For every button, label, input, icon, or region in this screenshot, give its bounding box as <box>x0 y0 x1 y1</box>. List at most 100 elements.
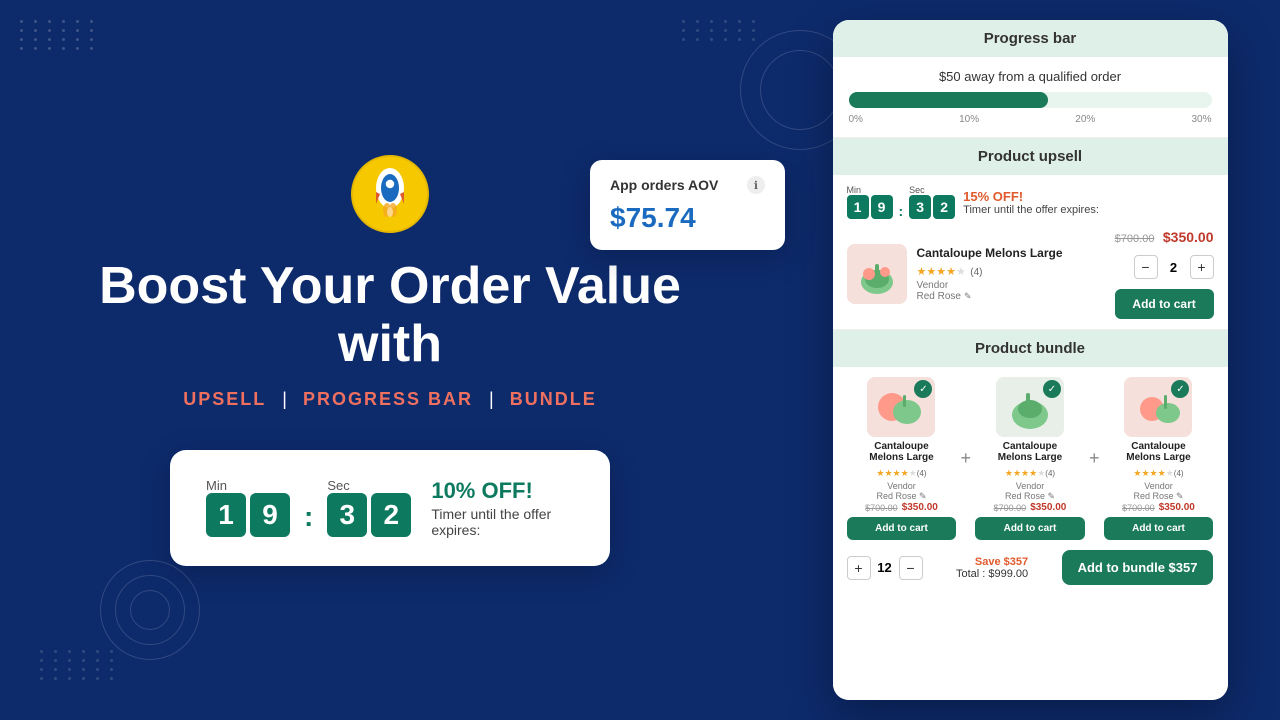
timer-digit-3: 3 <box>327 493 367 537</box>
upsell-timer-row: Min 1 9 : Sec 3 2 <box>847 185 1214 219</box>
bundle-section: ✓ CantaloupeMelons Large ★★★★★(4) Vendor… <box>833 367 1228 700</box>
bundle-vendor-label-2: Vendor <box>1016 481 1045 491</box>
progress-bar-fill <box>849 92 1049 108</box>
aov-title: App orders AOV <box>610 177 718 193</box>
tick-0: 0% <box>849 114 863 125</box>
bundle-prices-2: $700.00 $350.00 <box>994 502 1067 513</box>
bundle-add-btn-1[interactable]: Add to cart <box>847 517 957 540</box>
bundle-vendor-label-1: Vendor <box>887 481 916 491</box>
upsell-min-digits: 1 9 <box>847 195 893 219</box>
timer-desc: Timer until the offer expires: <box>431 506 574 538</box>
tick-30: 30% <box>1191 114 1211 125</box>
bundle-original-2: $700.00 <box>994 503 1027 513</box>
bundle-bottom-row: + 12 − Save $357 Total : $999.00 Add to … <box>847 550 1214 585</box>
subtitle-div-2: | <box>489 389 494 410</box>
bundle-products-row: ✓ CantaloupeMelons Large ★★★★★(4) Vendor… <box>847 377 1214 540</box>
bundle-section-header: Product bundle <box>833 330 1228 367</box>
bundle-add-btn-3[interactable]: Add to cart <box>1104 517 1214 540</box>
bundle-qty-control: + 12 − <box>847 556 923 580</box>
upsell-review-count: (4) <box>970 267 982 278</box>
timer-digit-1: 1 <box>206 493 246 537</box>
upsell-digit-2: 9 <box>871 195 893 219</box>
upsell-stars: ★★★★★ (4) <box>917 262 1105 280</box>
progress-ticks: 0% 10% 20% 30% <box>849 114 1212 125</box>
bundle-save-label: Save $357 <box>956 556 1028 568</box>
subtitle-upsell: UPSELL <box>183 389 266 410</box>
upsell-edit-icon: ✎ <box>964 291 972 302</box>
bundle-product-3: ✓ CantaloupeMelons Large ★★★★★(4) Vendor… <box>1104 377 1214 540</box>
upsell-sec-digits: 3 2 <box>909 195 955 219</box>
bundle-check-2: ✓ <box>1043 380 1061 398</box>
device-mockup: Progress bar $50 away from a qualified o… <box>833 20 1228 700</box>
upsell-product-name: Cantaloupe Melons Large <box>917 246 1105 260</box>
bundle-plus-2: + <box>1089 448 1100 469</box>
upsell-qty-minus-btn[interactable]: − <box>1134 255 1158 279</box>
upsell-off-label: 15% OFF! <box>963 189 1213 204</box>
timer-sec-label: Sec <box>327 478 411 493</box>
main-title: Boost Your Order Value with <box>40 258 740 372</box>
upsell-digit-1: 1 <box>847 195 869 219</box>
product-upsell-section-header: Product upsell <box>833 138 1228 175</box>
aov-card: App orders AOV ℹ $75.74 <box>590 160 785 250</box>
upsell-price-row: $700.00 $350.00 − 2 + Add to cart <box>1115 229 1214 319</box>
bundle-prices-3: $700.00 $350.00 <box>1122 502 1195 513</box>
bundle-save-total: Save $357 Total : $999.00 <box>956 556 1028 580</box>
upsell-vendor-label: Vendor <box>917 280 1105 291</box>
bundle-stars-3: ★★★★★(4) <box>1133 463 1183 481</box>
timer-digit-4: 2 <box>371 493 411 537</box>
bundle-qty-plus-btn[interactable]: + <box>847 556 871 580</box>
timer-sec-digits: 3 2 <box>327 493 411 537</box>
upsell-qty-control: − 2 + <box>1134 255 1214 279</box>
upsell-qty-plus-btn[interactable]: + <box>1190 255 1214 279</box>
bundle-stars-1: ★★★★★(4) <box>876 463 926 481</box>
off-label: 10% OFF! <box>431 478 574 504</box>
progress-bar-background <box>849 92 1212 108</box>
subtitle-div-1: | <box>282 389 287 410</box>
bundle-product-image-3: ✓ <box>1124 377 1192 437</box>
upsell-offer-text: 15% OFF! Timer until the offer expires: <box>963 189 1213 216</box>
upsell-timer-desc: Timer until the offer expires: <box>963 204 1213 216</box>
progress-label: $50 away from a qualified order <box>849 69 1212 84</box>
rocket-icon <box>350 154 430 234</box>
upsell-product-info: Cantaloupe Melons Large ★★★★★ (4) Vendor… <box>917 246 1105 302</box>
upsell-sale-price: $350.00 <box>1163 229 1214 245</box>
product-img-placeholder <box>847 244 907 304</box>
upsell-qty-value: 2 <box>1164 260 1184 275</box>
upsell-original-price: $700.00 <box>1115 233 1155 245</box>
bundle-add-to-bundle-btn[interactable]: Add to bundle $357 <box>1062 550 1214 585</box>
upsell-product-image <box>847 244 907 304</box>
timer-min-digits: 1 9 <box>206 493 290 537</box>
bundle-add-btn-2[interactable]: Add to cart <box>975 517 1085 540</box>
bundle-product-image-1: ✓ <box>867 377 935 437</box>
bundle-sale-2: $350.00 <box>1030 502 1066 513</box>
left-panel: Boost Your Order Value with UPSELL | PRO… <box>0 0 780 720</box>
progress-bar-section-header: Progress bar <box>833 20 1228 57</box>
aov-value: $75.74 <box>610 202 765 234</box>
upsell-colon: : <box>899 203 904 219</box>
bundle-product-image-2: ✓ <box>996 377 1064 437</box>
bundle-stars-2: ★★★★★(4) <box>1005 463 1055 481</box>
upsell-digit-3: 3 <box>909 195 931 219</box>
bundle-vendor-name-3: Red Rose ✎ <box>1133 491 1183 502</box>
tick-20: 20% <box>1075 114 1095 125</box>
bundle-prices-1: $700.00 $350.00 <box>865 502 938 513</box>
bundle-qty-minus-btn[interactable]: − <box>899 556 923 580</box>
bundle-original-3: $700.00 <box>1122 503 1155 513</box>
upsell-vendor-name: Red Rose ✎ <box>917 291 1105 302</box>
upsell-min-label: Min <box>847 185 893 195</box>
timer-section: Min 1 9 : Sec 3 2 <box>206 478 411 537</box>
bundle-total-label: Total : $999.00 <box>956 568 1028 580</box>
bundle-vendor-name-1: Red Rose ✎ <box>876 491 926 502</box>
bundle-product-1: ✓ CantaloupeMelons Large ★★★★★(4) Vendor… <box>847 377 957 540</box>
bundle-vendor-label-3: Vendor <box>1144 481 1173 491</box>
timer-digit-2: 9 <box>250 493 290 537</box>
tick-10: 10% <box>959 114 979 125</box>
bundle-sale-1: $350.00 <box>902 502 938 513</box>
upsell-add-to-cart-btn[interactable]: Add to cart <box>1115 289 1214 319</box>
bundle-name-3: CantaloupeMelons Large <box>1126 441 1190 463</box>
bundle-name-2: CantaloupeMelons Large <box>998 441 1062 463</box>
upsell-sec-label: Sec <box>909 185 955 195</box>
upsell-product-row: Cantaloupe Melons Large ★★★★★ (4) Vendor… <box>847 229 1214 319</box>
bundle-product-2: ✓ CantaloupeMelons Large ★★★★★(4) Vendor… <box>975 377 1085 540</box>
timer-offer-text: 10% OFF! Timer until the offer expires: <box>431 478 574 538</box>
